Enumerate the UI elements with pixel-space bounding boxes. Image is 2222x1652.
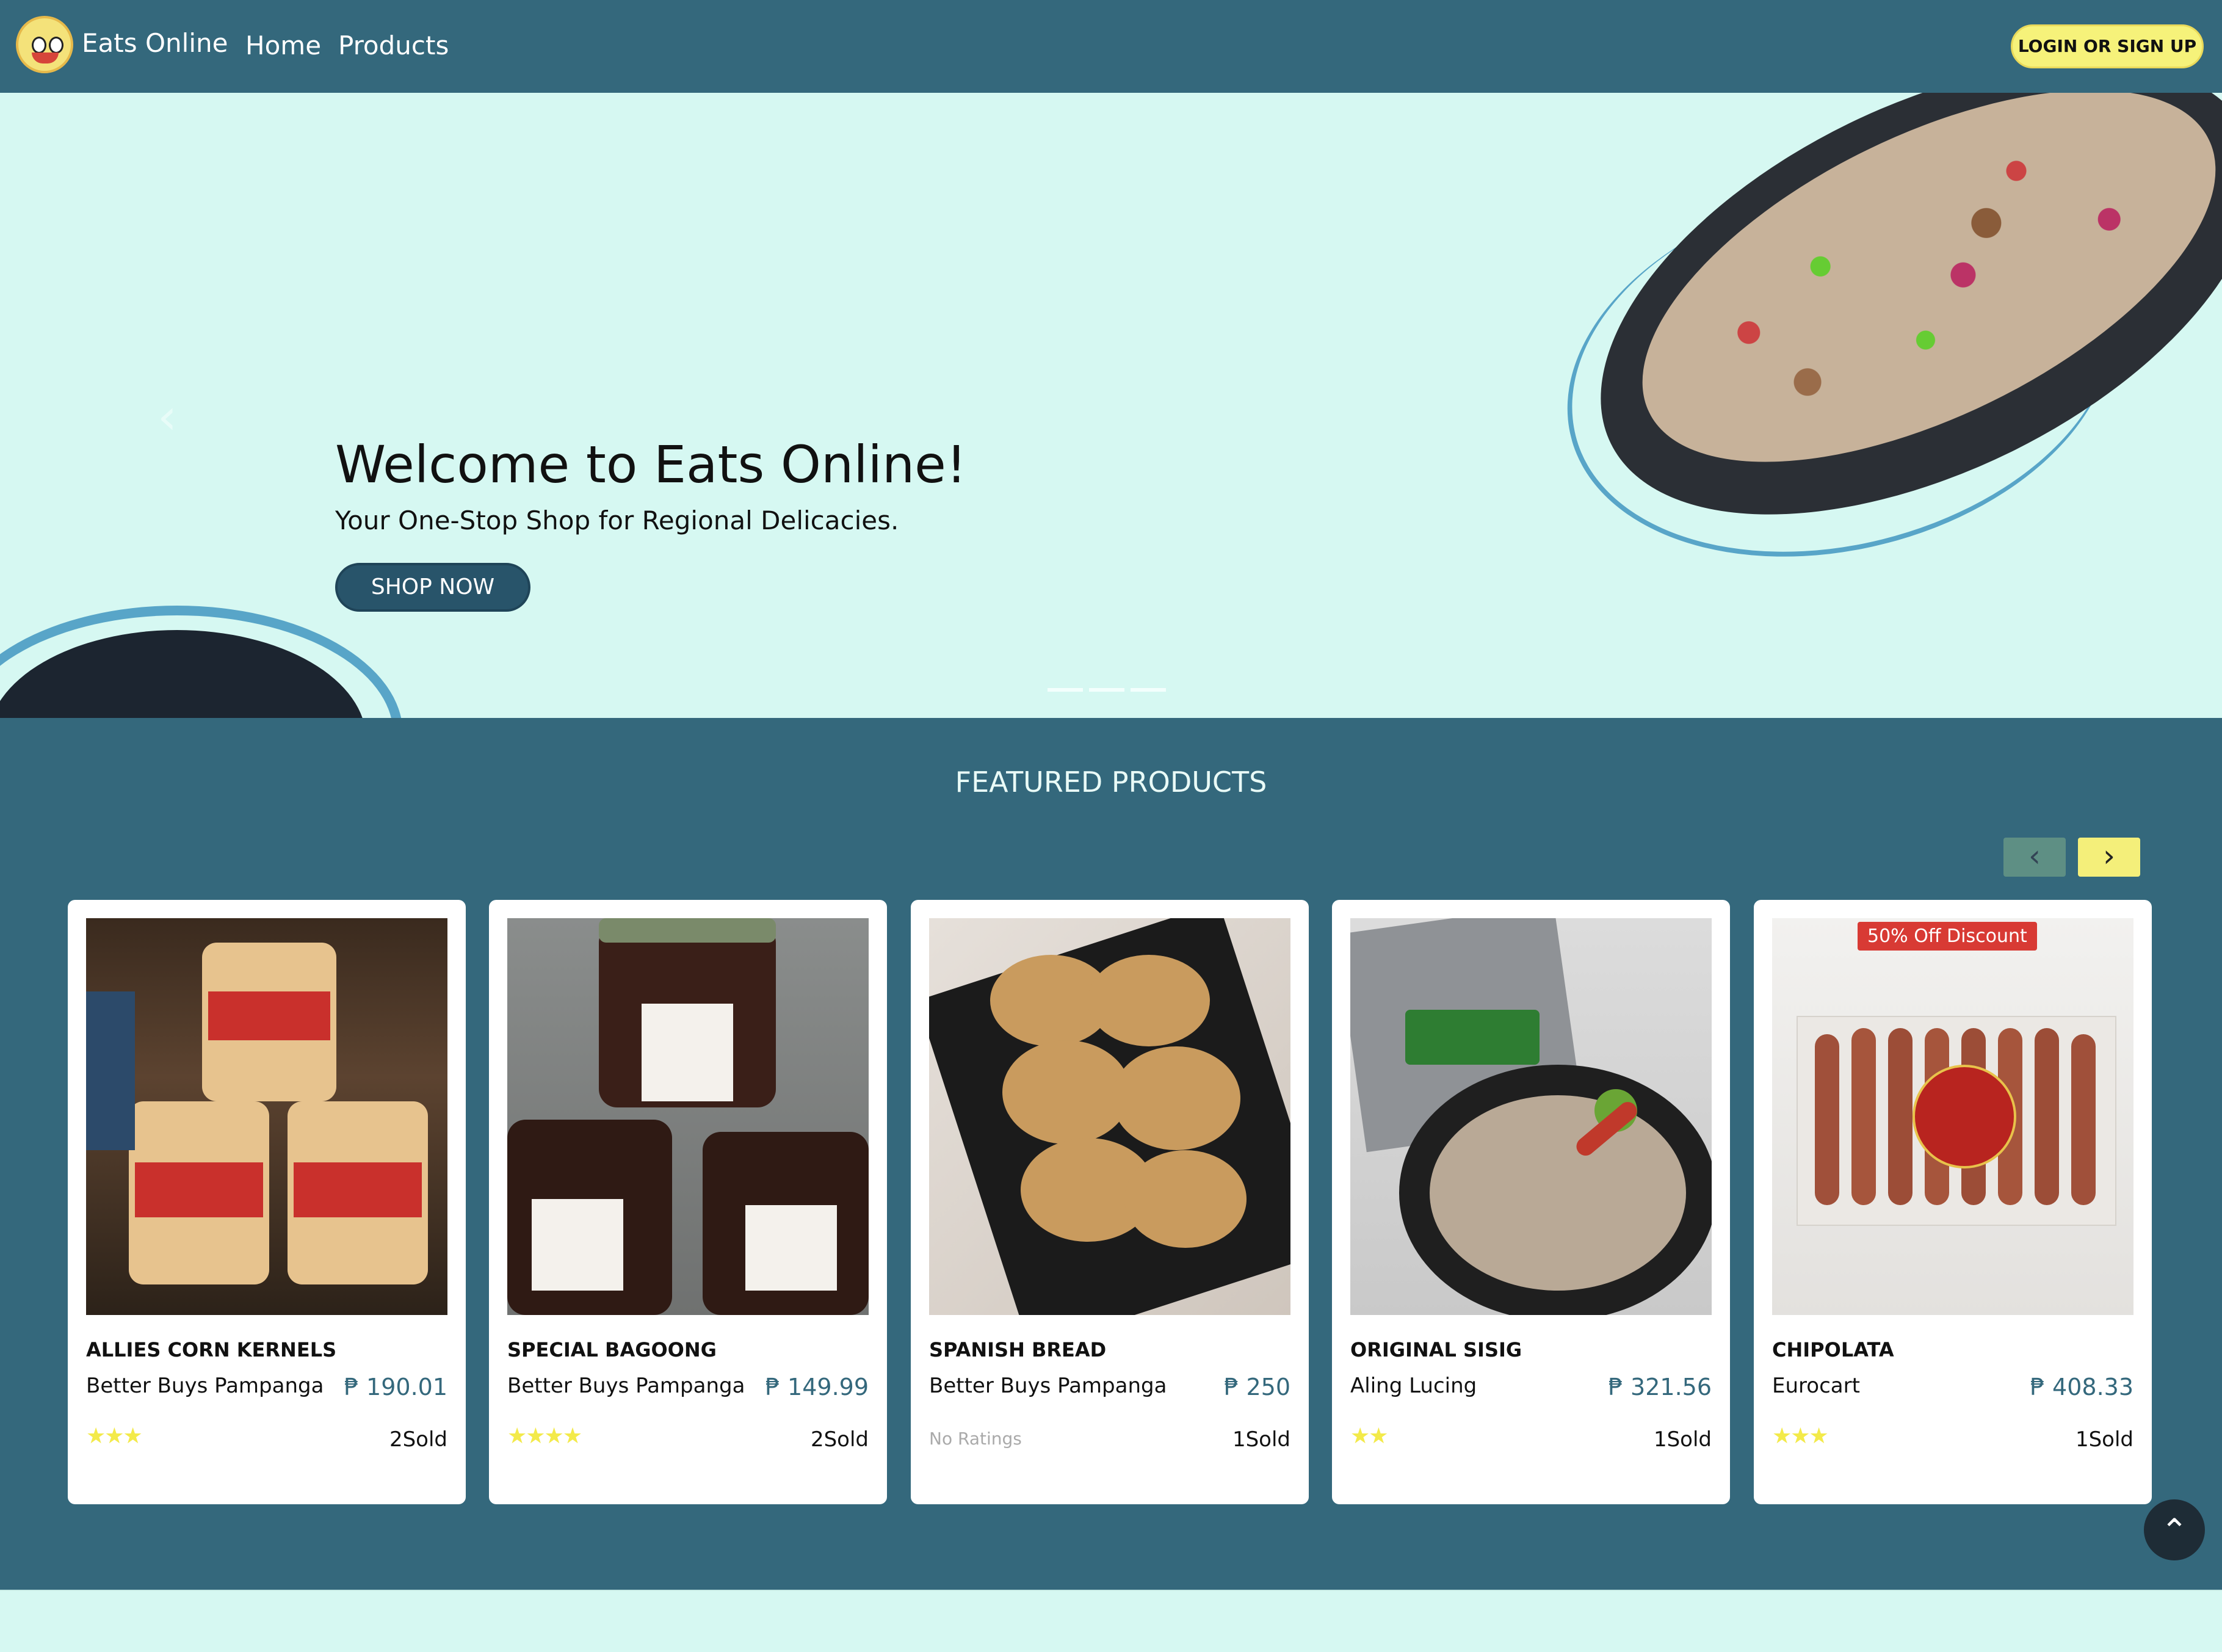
product-seller: Better Buys Pampanga bbox=[929, 1374, 1167, 1398]
product-image[interactable]: 50% Off Discount bbox=[1772, 918, 2133, 1315]
featured-prev-button[interactable]: ‹ bbox=[2003, 838, 2066, 877]
product-rating-stars: ★★★ bbox=[1772, 1424, 1829, 1449]
nav-link-home[interactable]: Home bbox=[245, 31, 321, 60]
product-seller: Better Buys Pampanga bbox=[507, 1374, 745, 1398]
product-card[interactable]: SPANISH BREAD Better Buys Pampanga ₱ 250… bbox=[911, 900, 1309, 1504]
nav-link-products[interactable]: Products bbox=[338, 31, 449, 60]
product-rating-stars: ★★★★ bbox=[507, 1424, 582, 1449]
product-name[interactable]: ALLIES CORN KERNELS bbox=[86, 1338, 336, 1361]
product-image[interactable] bbox=[929, 918, 1290, 1315]
product-price: ₱ 408.33 bbox=[2030, 1374, 2133, 1400]
product-card[interactable]: ORIGINAL SISIG Aling Lucing ₱ 321.56 ★★ … bbox=[1332, 900, 1730, 1504]
product-sold-count: 1Sold bbox=[1232, 1427, 1290, 1452]
logo-mouth bbox=[32, 53, 59, 63]
product-seller: Eurocart bbox=[1772, 1374, 1860, 1398]
featured-products-section: FEATURED PRODUCTS ‹ › ALLIES CORN KERNEL… bbox=[0, 718, 2222, 1590]
product-card[interactable]: ALLIES CORN KERNELS Better Buys Pampanga… bbox=[68, 900, 466, 1504]
product-card[interactable]: 50% Off Discount CHIPOLATA Eurocart ₱ 40… bbox=[1754, 900, 2152, 1504]
product-sold-count: 1Sold bbox=[1653, 1427, 1712, 1452]
logo-eye-left bbox=[32, 37, 46, 54]
product-no-ratings: No Ratings bbox=[929, 1429, 1022, 1449]
product-name[interactable]: SPANISH BREAD bbox=[929, 1338, 1106, 1361]
discount-badge: 50% Off Discount bbox=[1858, 922, 2037, 951]
product-image[interactable] bbox=[86, 918, 447, 1315]
featured-next-button[interactable]: › bbox=[2078, 838, 2140, 877]
eats-online-logo-icon[interactable] bbox=[16, 16, 73, 73]
product-sold-count: 2Sold bbox=[389, 1427, 447, 1452]
scroll-to-top-button[interactable]: ⌃ bbox=[2144, 1499, 2205, 1560]
product-sold-count: 2Sold bbox=[810, 1427, 869, 1452]
shop-now-button[interactable]: SHOP NOW bbox=[335, 563, 530, 612]
product-price: ₱ 321.56 bbox=[1608, 1374, 1712, 1400]
hero-carousel: ‹ Welcome to Eats Online! Your One-Stop … bbox=[0, 93, 2222, 718]
footer-strip bbox=[0, 1590, 2222, 1652]
product-name[interactable]: CHIPOLATA bbox=[1772, 1338, 1894, 1361]
product-sold-count: 1Sold bbox=[2075, 1427, 2133, 1452]
login-signup-button[interactable]: LOGIN OR SIGN UP bbox=[2011, 24, 2204, 68]
hero-title: Welcome to Eats Online! bbox=[335, 435, 967, 495]
product-seller: Aling Lucing bbox=[1350, 1374, 1477, 1398]
product-seller: Better Buys Pampanga bbox=[86, 1374, 324, 1398]
carousel-indicator-1[interactable] bbox=[1048, 688, 1083, 692]
carousel-indicator-2[interactable] bbox=[1089, 688, 1124, 692]
product-rating-stars: ★★★ bbox=[86, 1424, 143, 1449]
carousel-indicators bbox=[1048, 683, 1172, 694]
brand-name[interactable]: Eats Online bbox=[82, 28, 228, 58]
top-navbar: Eats Online Home Products LOGIN OR SIGN … bbox=[0, 0, 2222, 93]
featured-products-title: FEATURED PRODUCTS bbox=[955, 766, 1267, 799]
product-name[interactable]: ORIGINAL SISIG bbox=[1350, 1338, 1522, 1361]
product-price: ₱ 250 bbox=[1224, 1374, 1290, 1400]
product-rating-stars: ★★ bbox=[1350, 1424, 1389, 1449]
hero-subtitle: Your One-Stop Shop for Regional Delicaci… bbox=[335, 505, 899, 535]
product-image[interactable] bbox=[1350, 918, 1712, 1315]
product-card[interactable]: SPECIAL BAGOONG Better Buys Pampanga ₱ 1… bbox=[489, 900, 887, 1504]
product-price: ₱ 190.01 bbox=[344, 1374, 447, 1400]
product-image[interactable] bbox=[507, 918, 869, 1315]
carousel-prev-arrow[interactable]: ‹ bbox=[157, 388, 177, 445]
logo-eye-right bbox=[49, 37, 63, 54]
carousel-indicator-3[interactable] bbox=[1131, 688, 1166, 692]
product-price: ₱ 149.99 bbox=[765, 1374, 869, 1400]
product-name[interactable]: SPECIAL BAGOONG bbox=[507, 1338, 717, 1361]
